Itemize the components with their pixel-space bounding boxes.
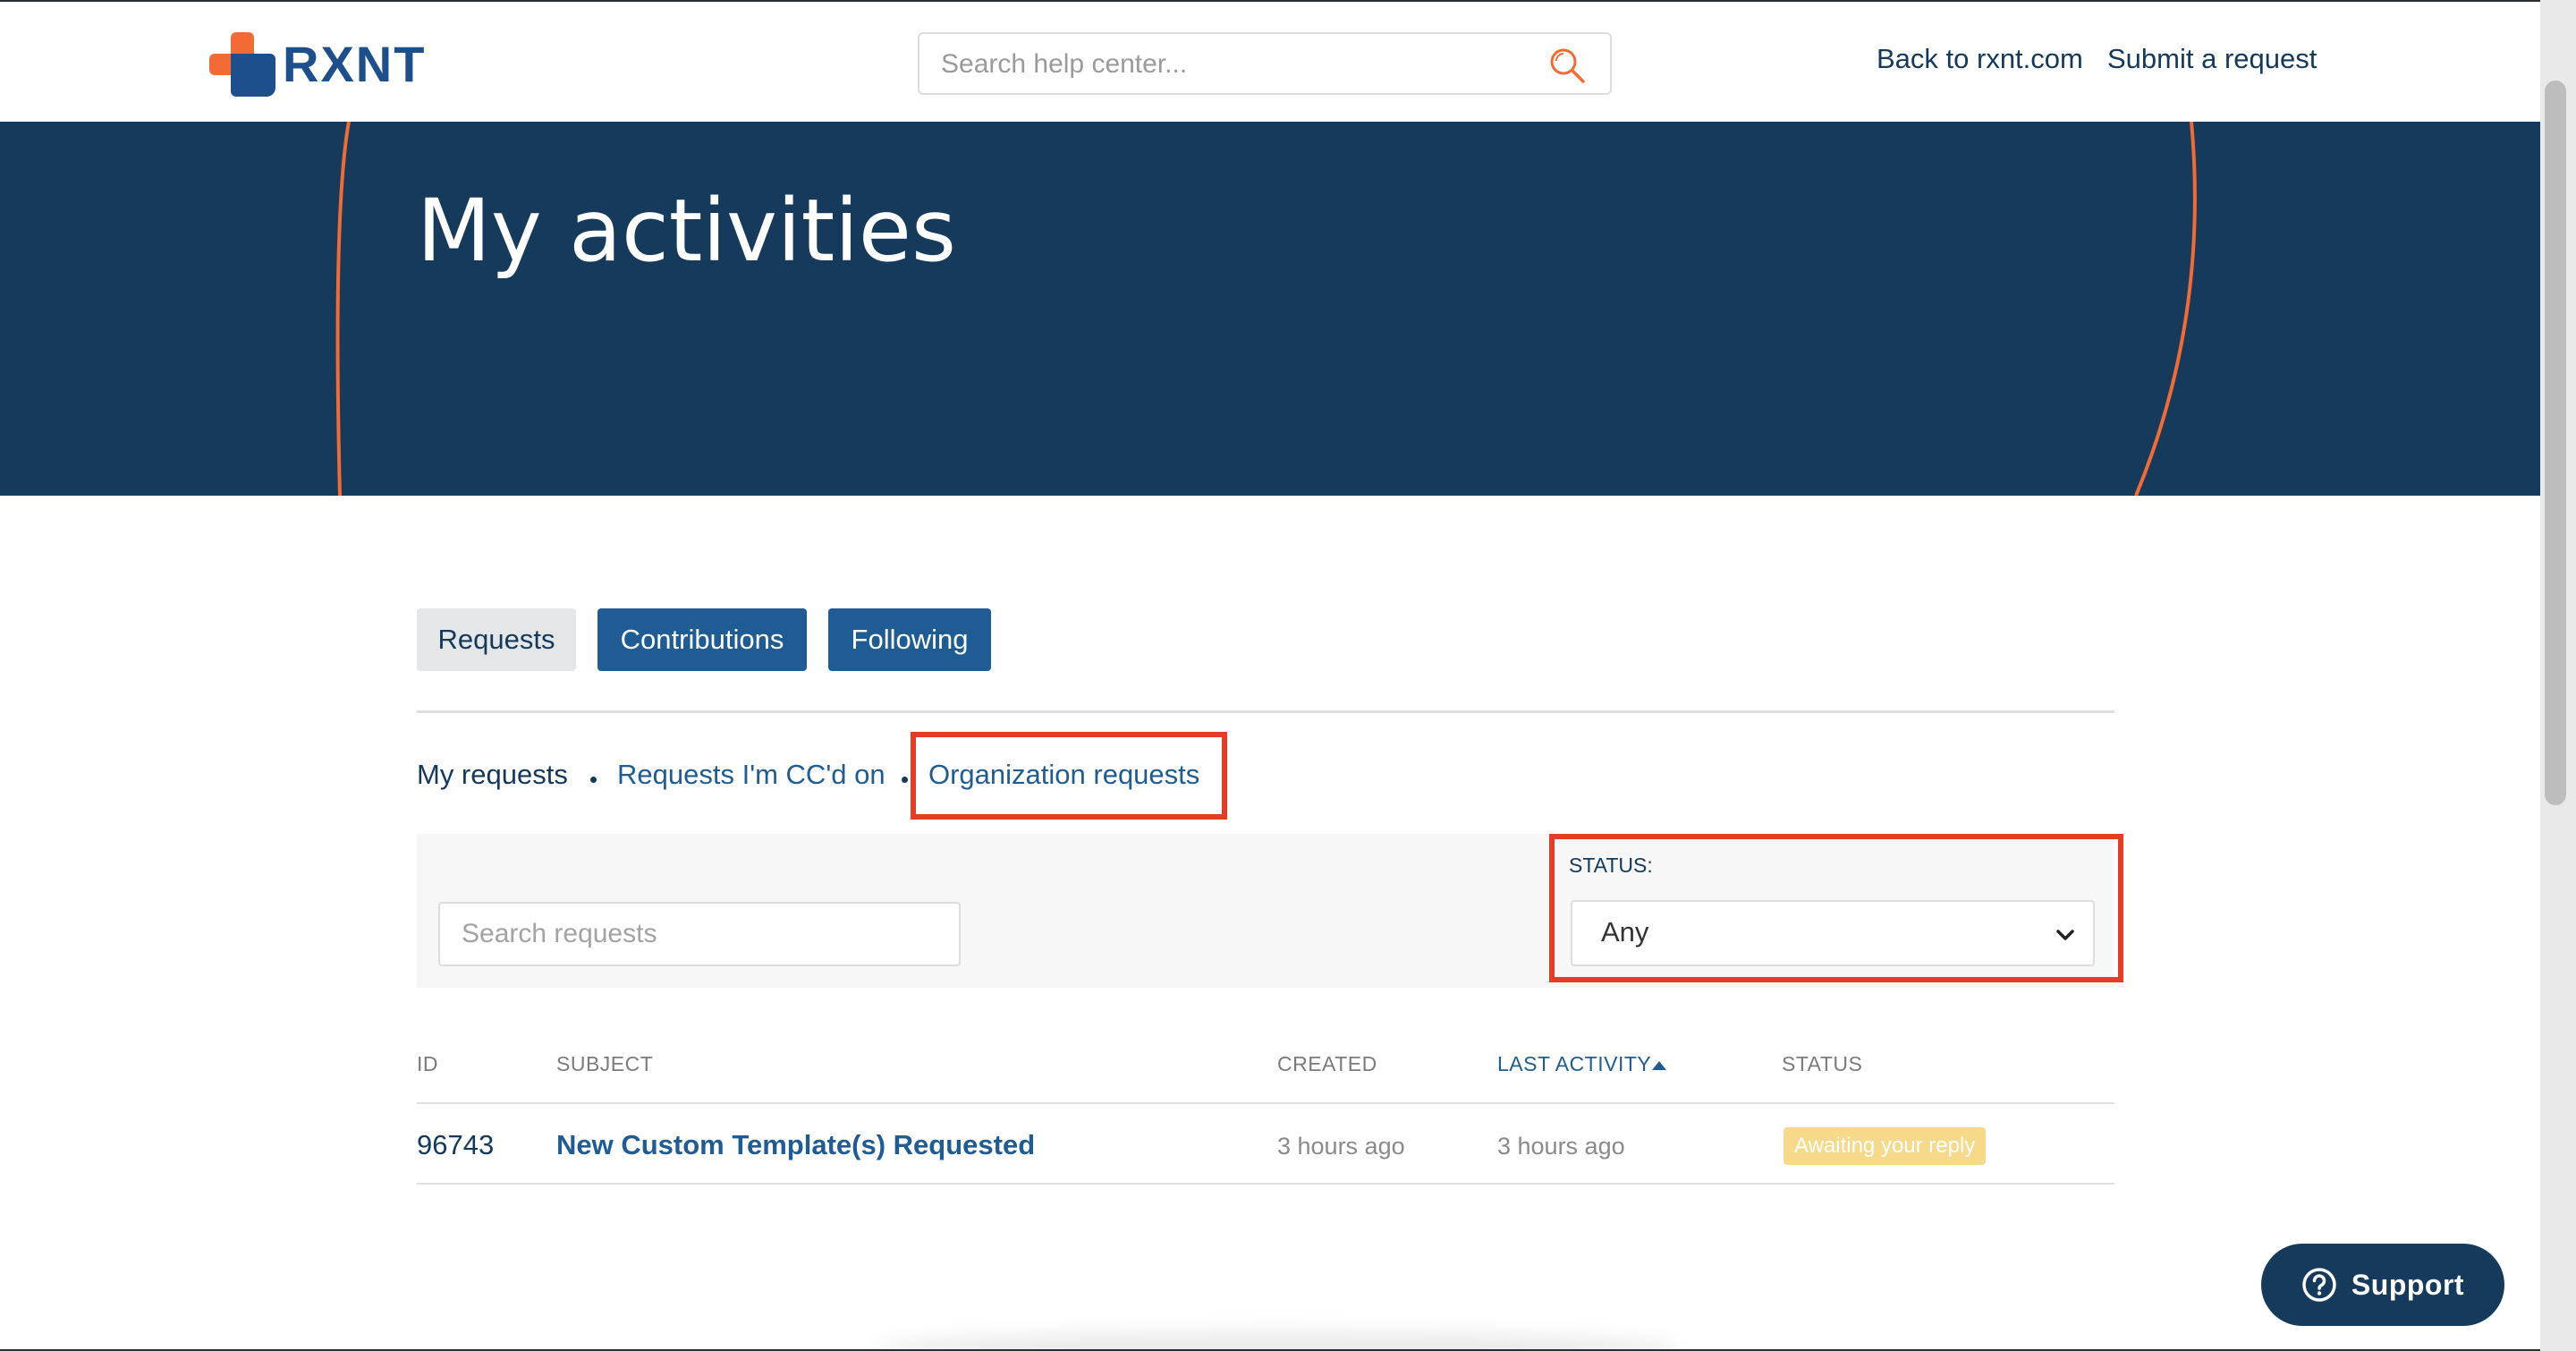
help-center-page: RXNT Back to rxnt.com Submit a request M… — [0, 2, 2540, 1349]
column-header-status[interactable]: STATUS — [1782, 1052, 1862, 1076]
request-created: 3 hours ago — [1277, 1133, 1405, 1160]
tab-contributions[interactable]: Contributions — [597, 608, 807, 671]
rxnt-logo[interactable]: RXNT — [209, 32, 426, 97]
back-to-rxnt-link[interactable]: Back to rxnt.com — [1877, 43, 2083, 75]
subnav-cc-requests[interactable]: Requests I'm CC'd on — [617, 757, 886, 793]
submit-request-link[interactable]: Submit a request — [2107, 43, 2317, 75]
column-header-id: ID — [417, 1052, 438, 1075]
hero-banner: My activities — [0, 122, 2540, 496]
column-header-subject: SUBJECT — [556, 1052, 654, 1075]
highlight-box-organization — [911, 732, 1227, 820]
help-center-search[interactable] — [918, 32, 1612, 95]
bottom-shadow — [877, 1331, 1682, 1349]
question-circle-icon — [2302, 1268, 2336, 1302]
column-header-created[interactable]: CREATED — [1277, 1052, 1377, 1076]
help-search-input[interactable] — [921, 36, 1551, 93]
tab-requests[interactable]: Requests — [417, 608, 576, 671]
page-title: My activities — [417, 181, 956, 281]
search-requests-input[interactable] — [438, 902, 961, 966]
subnav-separator — [590, 777, 597, 783]
scrollbar-thumb[interactable] — [2545, 81, 2566, 805]
support-button[interactable]: Support — [2261, 1244, 2504, 1326]
request-subject-link[interactable]: New Custom Template(s) Requested — [556, 1129, 1035, 1161]
table-header-divider — [417, 1102, 2114, 1104]
status-badge: Awaiting your reply — [1784, 1127, 1987, 1165]
search-icon[interactable] — [1547, 46, 1587, 85]
support-button-label: Support — [2351, 1268, 2465, 1301]
highlight-box-status — [1549, 834, 2123, 982]
rxnt-cross-icon — [209, 32, 275, 97]
column-header-last-activity[interactable]: LAST ACTIVITY — [1497, 1052, 1651, 1076]
tab-following[interactable]: Following — [828, 608, 991, 671]
decorative-arcs — [335, 122, 2197, 496]
subnav-separator — [902, 777, 908, 783]
request-id: 96743 — [417, 1129, 495, 1160]
request-last-activity: 3 hours ago — [1497, 1133, 1625, 1160]
sort-ascending-icon[interactable] — [1651, 1060, 1667, 1071]
logo-text: RXNT — [283, 36, 427, 92]
tabs-divider — [417, 710, 2114, 713]
subnav-my-requests: My requests — [417, 759, 568, 790]
table-row-divider — [417, 1183, 2114, 1185]
